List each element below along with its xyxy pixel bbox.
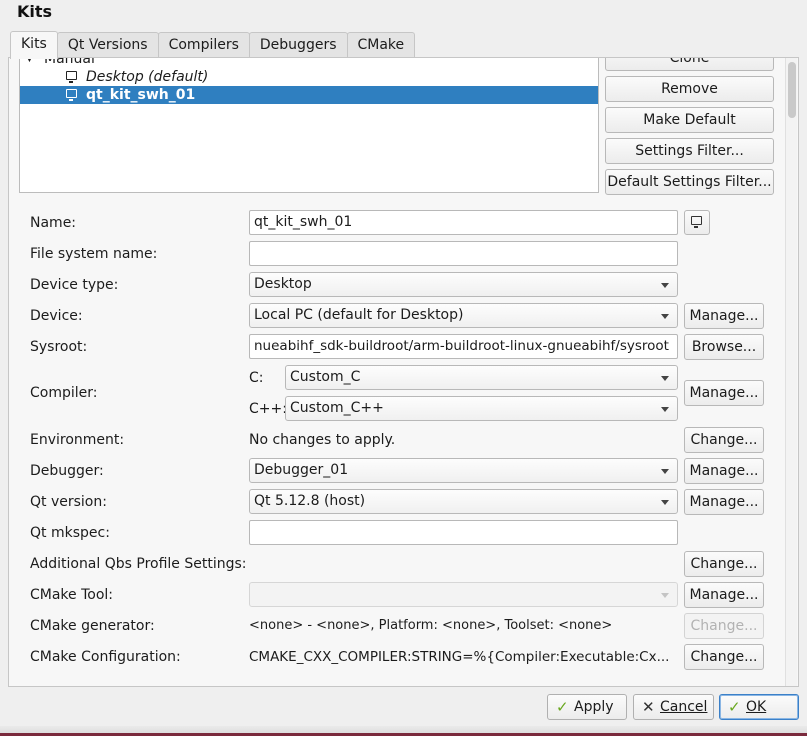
compiler-manage-button[interactable]: Manage... — [684, 380, 764, 406]
tree-item-label: Desktop (default) — [86, 69, 209, 85]
device-type-select[interactable]: Desktop — [249, 272, 678, 297]
device-label: Device: — [30, 308, 83, 324]
compiler-cxx-select[interactable]: Custom_C++ — [285, 396, 678, 421]
compiler-c-value: Custom_C — [290, 369, 361, 385]
default-settings-filter-button[interactable]: Default Settings Filter... — [605, 169, 774, 195]
dropdown-arrow-icon — [661, 500, 669, 505]
settings-filter-button[interactable]: Settings Filter... — [605, 138, 774, 164]
cmake-tool-manage-button[interactable]: Manage... — [684, 582, 764, 608]
compiler-cxx-label: C++: — [249, 401, 287, 417]
dropdown-arrow-icon — [661, 593, 669, 598]
device-icon-picker-button[interactable] — [684, 210, 710, 235]
sysroot-browse-button[interactable]: Browse... — [684, 334, 764, 360]
settings-tabbar: Kits Qt Versions Compilers Debuggers CMa… — [10, 31, 416, 59]
device-type-value: Desktop — [254, 276, 312, 292]
file-system-name-label: File system name: — [30, 246, 158, 262]
remove-button[interactable]: Remove — [605, 76, 774, 102]
cmake-generator-label: CMake generator: — [30, 618, 155, 634]
debugger-manage-button[interactable]: Manage... — [684, 458, 764, 484]
environment-change-button[interactable]: Change... — [684, 427, 764, 453]
cross-icon: ✕ — [642, 698, 655, 716]
tab-compilers[interactable]: Compilers — [157, 32, 250, 58]
monitor-icon — [691, 216, 702, 228]
dialog-title: Kits — [17, 2, 53, 21]
tab-debuggers[interactable]: Debuggers — [248, 32, 348, 58]
qbs-profile-change-button[interactable]: Change... — [684, 551, 764, 577]
name-input[interactable]: qt_kit_swh_01 — [249, 210, 678, 235]
monitor-icon — [66, 71, 77, 83]
sysroot-input[interactable]: nueabihf_sdk-buildroot/arm-buildroot-lin… — [249, 334, 678, 359]
cmake-tool-select[interactable] — [249, 582, 678, 607]
annotation-note — [251, 506, 611, 554]
device-type-label: Device type: — [30, 277, 119, 293]
qt-version-manage-button[interactable]: Manage... — [684, 489, 764, 515]
cancel-label: Cancel — [660, 699, 708, 715]
compiler-label: Compiler: — [30, 385, 98, 401]
cmake-generator-value: <none> - <none>, Platform: <none>, Tools… — [249, 618, 613, 633]
tab-qt-versions[interactable]: Qt Versions — [56, 32, 159, 58]
dropdown-arrow-icon — [661, 283, 669, 288]
tree-item-qt-kit-swh-01[interactable]: qt_kit_swh_01 — [20, 86, 598, 104]
dropdown-arrow-icon — [661, 376, 669, 381]
apply-label: Apply — [574, 699, 614, 715]
file-system-name-input[interactable] — [249, 241, 678, 266]
dropdown-arrow-icon — [661, 314, 669, 319]
scrollbar-thumb[interactable] — [788, 62, 796, 118]
clone-button[interactable]: Clone — [605, 58, 774, 71]
tab-cmake[interactable]: CMake — [346, 32, 416, 58]
debugger-label: Debugger: — [30, 463, 104, 479]
cmake-generator-change-button[interactable]: Change... — [684, 613, 764, 639]
kits-panel: ▼ Manual Desktop (default) qt_kit_swh_01… — [8, 57, 799, 687]
cmake-configuration-value: CMAKE_CXX_COMPILER:STRING=%{Compiler:Exe… — [249, 649, 670, 665]
device-manage-button[interactable]: Manage... — [684, 303, 764, 329]
tree-item-label: qt_kit_swh_01 — [86, 87, 196, 103]
qt-version-label: Qt version: — [30, 494, 107, 510]
qbs-profile-label: Additional Qbs Profile Settings: — [30, 556, 247, 572]
tree-item-desktop[interactable]: Desktop (default) — [20, 68, 598, 86]
checkmark-icon: ✓ — [728, 698, 741, 716]
device-select[interactable]: Local PC (default for Desktop) — [249, 303, 678, 328]
qt-mkspec-label: Qt mkspec: — [30, 525, 110, 541]
checkmark-icon: ✓ — [556, 698, 569, 716]
make-default-button[interactable]: Make Default — [605, 107, 774, 133]
tab-kits[interactable]: Kits — [10, 31, 58, 59]
cmake-configuration-label: CMake Configuration: — [30, 649, 181, 665]
tree-group-manual[interactable]: ▼ Manual — [20, 58, 598, 68]
ok-button[interactable]: ✓ OK — [719, 694, 799, 720]
apply-button[interactable]: ✓ Apply — [547, 694, 627, 720]
cmake-tool-label: CMake Tool: — [30, 587, 114, 603]
cancel-button[interactable]: ✕ Cancel — [633, 694, 714, 720]
environment-value: No changes to apply. — [249, 432, 396, 448]
kit-tree[interactable]: ▼ Manual Desktop (default) qt_kit_swh_01 — [19, 58, 599, 193]
compiler-c-select[interactable]: Custom_C — [285, 365, 678, 390]
panel-scrollbar[interactable] — [785, 58, 797, 686]
sysroot-label: Sysroot: — [30, 339, 88, 355]
debugger-value: Debugger_01 — [254, 462, 349, 478]
name-label: Name: — [30, 215, 77, 231]
dropdown-arrow-icon — [661, 469, 669, 474]
cmake-configuration-change-button[interactable]: Change... — [684, 644, 764, 670]
compiler-cxx-value: Custom_C++ — [290, 400, 384, 416]
device-value: Local PC (default for Desktop) — [254, 307, 464, 323]
dropdown-arrow-icon — [661, 407, 669, 412]
environment-label: Environment: — [30, 432, 125, 448]
debugger-select[interactable]: Debugger_01 — [249, 458, 678, 483]
compiler-c-label: C: — [249, 370, 264, 386]
monitor-icon — [66, 89, 77, 101]
ok-label: OK — [746, 699, 767, 715]
